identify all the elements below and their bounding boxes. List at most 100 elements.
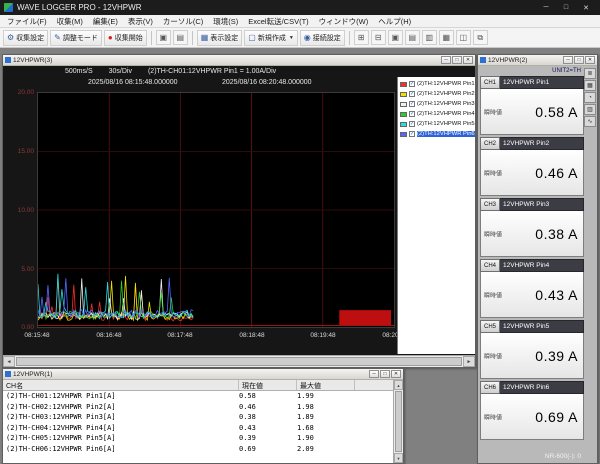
legend-item-pin6[interactable]: ✓ (2)TH:12VHPWR Pin6	[398, 129, 475, 139]
legend-item-pin2[interactable]: ✓ (2)TH:12VHPWR Pin2	[398, 89, 475, 99]
horizontal-scrollbar[interactable]: ◄ ►	[3, 355, 475, 367]
menu-cursor[interactable]: カーソル(C)	[158, 16, 208, 27]
collect-settings-button[interactable]: ⚙ 収集設定	[3, 30, 48, 46]
menu-help[interactable]: ヘルプ(H)	[373, 16, 416, 27]
display-settings-button[interactable]: ▦ 表示設定	[197, 30, 243, 46]
minimize-button[interactable]: ─	[369, 370, 379, 378]
channel-button[interactable]: CH5	[480, 320, 500, 333]
close-button[interactable]: ✕	[391, 370, 401, 378]
table-row[interactable]: (2)TH-CH02:12VHPWR Pin2[A] 0.46 1.98	[3, 402, 393, 413]
channel-scale: (2)TH-CH01:12VHPWR Pin1 = 1.00A/Div	[148, 68, 276, 75]
table-window-titlebar[interactable]: 12VHPWR(1) ─ □ ✕	[3, 369, 403, 380]
column-header-ch-name[interactable]: CH名	[3, 380, 239, 390]
grid-view-icon[interactable]: ⊞	[354, 30, 369, 45]
column-header-current[interactable]: 現在値	[239, 380, 297, 390]
vertical-scrollbar[interactable]: ▲ ▼	[393, 380, 403, 463]
max-value-cell: 1.99	[297, 392, 355, 400]
cascade-windows-icon[interactable]: ◫	[456, 30, 471, 45]
max-value-cell: 1.68	[297, 424, 355, 432]
value-table-window: 12VHPWR(1) ─ □ ✕ CH名 現在値 最大値 (2)TH-CH01:…	[2, 368, 404, 464]
legend-label: (2)TH:12VHPWR Pin1	[417, 81, 475, 87]
channel-button[interactable]: CH3	[480, 198, 500, 211]
legend-item-pin4[interactable]: ✓ (2)TH:12VHPWR Pin4	[398, 109, 475, 119]
column-header-max[interactable]: 最大値	[297, 380, 355, 390]
meter-pin6: CH6 12VHPWR Pin6 瞬時値 0.69 A	[480, 381, 584, 440]
new-create-button[interactable]: ▢ 新規作成 ▼	[244, 30, 298, 46]
split-horizontal-icon[interactable]: ▥	[422, 30, 437, 45]
meter-value: 0.38 A	[535, 226, 578, 242]
meter-display: 瞬時値 0.58 A	[480, 89, 584, 135]
collect-start-label: 収集開始	[115, 33, 143, 43]
minimize-button[interactable]: ─	[441, 56, 451, 64]
meter-window-titlebar[interactable]: 12VHPWR(2) ─ □ ✕	[478, 55, 597, 66]
list-view-icon[interactable]: ≣	[584, 68, 596, 79]
current-value-cell: 0.58	[239, 392, 297, 400]
minimize-button[interactable]: ─	[563, 56, 573, 64]
table-window-title: 12VHPWR(1)	[13, 371, 52, 378]
scroll-right-icon[interactable]: ►	[463, 356, 475, 367]
trend-graph-icon[interactable]: ∿	[584, 116, 596, 127]
close-button[interactable]: ✕	[463, 56, 473, 64]
digital-meter-icon[interactable]: ▦	[584, 80, 596, 91]
list-view-icon[interactable]: ⊟	[371, 30, 386, 45]
collect-start-button[interactable]: ● 収集開始	[104, 30, 147, 46]
print-icon[interactable]: ▤	[173, 30, 188, 45]
menu-excel-csv[interactable]: Excel転送/CSV(T)	[243, 16, 313, 27]
instant-value-label: 瞬時値	[484, 412, 502, 421]
menu-view[interactable]: 表示(V)	[123, 16, 158, 27]
ch-name-cell: (2)TH-CH04:12VHPWR Pin4[A]	[3, 424, 239, 432]
table-row[interactable]: (2)TH-CH05:12VHPWR Pin5[A] 0.39 1.90	[3, 433, 393, 444]
channel-checkbox[interactable]: ✓	[409, 91, 415, 97]
analog-meter-icon[interactable]: ◔	[584, 92, 596, 103]
table-row[interactable]: (2)TH-CH01:12VHPWR Pin1[A] 0.58 1.99	[3, 391, 393, 402]
legend-item-pin3[interactable]: ✓ (2)TH:12VHPWR Pin3	[398, 99, 475, 109]
wave-view-icon[interactable]: ▤	[405, 30, 420, 45]
close-button[interactable]: ✕	[585, 56, 595, 64]
scroll-up-icon[interactable]: ▲	[394, 380, 403, 390]
meter-display: 瞬時値 0.69 A	[480, 394, 584, 440]
channel-checkbox[interactable]: ✓	[409, 101, 415, 107]
channel-button[interactable]: CH2	[480, 137, 500, 150]
digital-view-icon[interactable]: ▣	[388, 30, 403, 45]
scroll-down-icon[interactable]: ▼	[394, 453, 403, 463]
tile-windows-icon[interactable]: ⧉	[473, 30, 488, 45]
split-vertical-icon[interactable]: ▦	[439, 30, 454, 45]
maximize-button[interactable]: □	[380, 370, 390, 378]
close-button[interactable]: ✕	[576, 0, 596, 15]
maximize-button[interactable]: □	[574, 56, 584, 64]
adjust-mode-button[interactable]: ✎ 調整モード	[50, 30, 102, 46]
maximize-button[interactable]: □	[452, 56, 462, 64]
record-indicator	[339, 310, 391, 325]
table-row[interactable]: (2)TH-CH06:12VHPWR Pin6[A] 0.69 2.09	[3, 444, 393, 455]
scrollbar-thumb[interactable]	[16, 357, 462, 366]
menu-edit[interactable]: 編集(E)	[88, 16, 123, 27]
legend-item-pin5[interactable]: ✓ (2)TH:12VHPWR Pin5	[398, 119, 475, 129]
maximize-button[interactable]: □	[556, 0, 576, 15]
minimize-button[interactable]: ─	[536, 0, 556, 15]
waveform-plot[interactable]	[37, 92, 395, 328]
channel-checkbox[interactable]: ✓	[409, 81, 415, 87]
meter-pin3: CH3 12VHPWR Pin3 瞬時値 0.38 A	[480, 198, 584, 257]
scroll-left-icon[interactable]: ◄	[3, 356, 15, 367]
max-value-cell: 1.98	[297, 403, 355, 411]
connect-settings-button[interactable]: ◉ 接続設定	[300, 30, 345, 46]
channel-button[interactable]: CH6	[480, 381, 500, 394]
legend-item-pin1[interactable]: ✓ (2)TH:12VHPWR Pin1	[398, 79, 475, 89]
channel-button[interactable]: CH1	[480, 76, 500, 89]
current-value-cell: 0.46	[239, 403, 297, 411]
table-row[interactable]: (2)TH-CH04:12VHPWR Pin4[A] 0.43 1.68	[3, 423, 393, 434]
waveform-window-titlebar[interactable]: 12VHPWR(3) ─ □ ✕	[3, 55, 475, 66]
channel-checkbox[interactable]: ✓	[409, 121, 415, 127]
max-value-cell: 1.90	[297, 434, 355, 442]
save-icon[interactable]: ▣	[156, 30, 171, 45]
menu-file[interactable]: ファイル(F)	[2, 16, 52, 27]
table-row[interactable]: (2)TH-CH03:12VHPWR Pin3[A] 0.38 1.89	[3, 412, 393, 423]
scrollbar-thumb[interactable]	[395, 391, 402, 452]
menu-window[interactable]: ウィンドウ(W)	[314, 16, 374, 27]
channel-checkbox[interactable]: ✓	[409, 131, 415, 137]
channel-checkbox[interactable]: ✓	[409, 111, 415, 117]
bar-graph-icon[interactable]: ▥	[584, 104, 596, 115]
menu-environment[interactable]: 環境(S)	[208, 16, 243, 27]
channel-button[interactable]: CH4	[480, 259, 500, 272]
menu-collect[interactable]: 収集(M)	[52, 16, 88, 27]
